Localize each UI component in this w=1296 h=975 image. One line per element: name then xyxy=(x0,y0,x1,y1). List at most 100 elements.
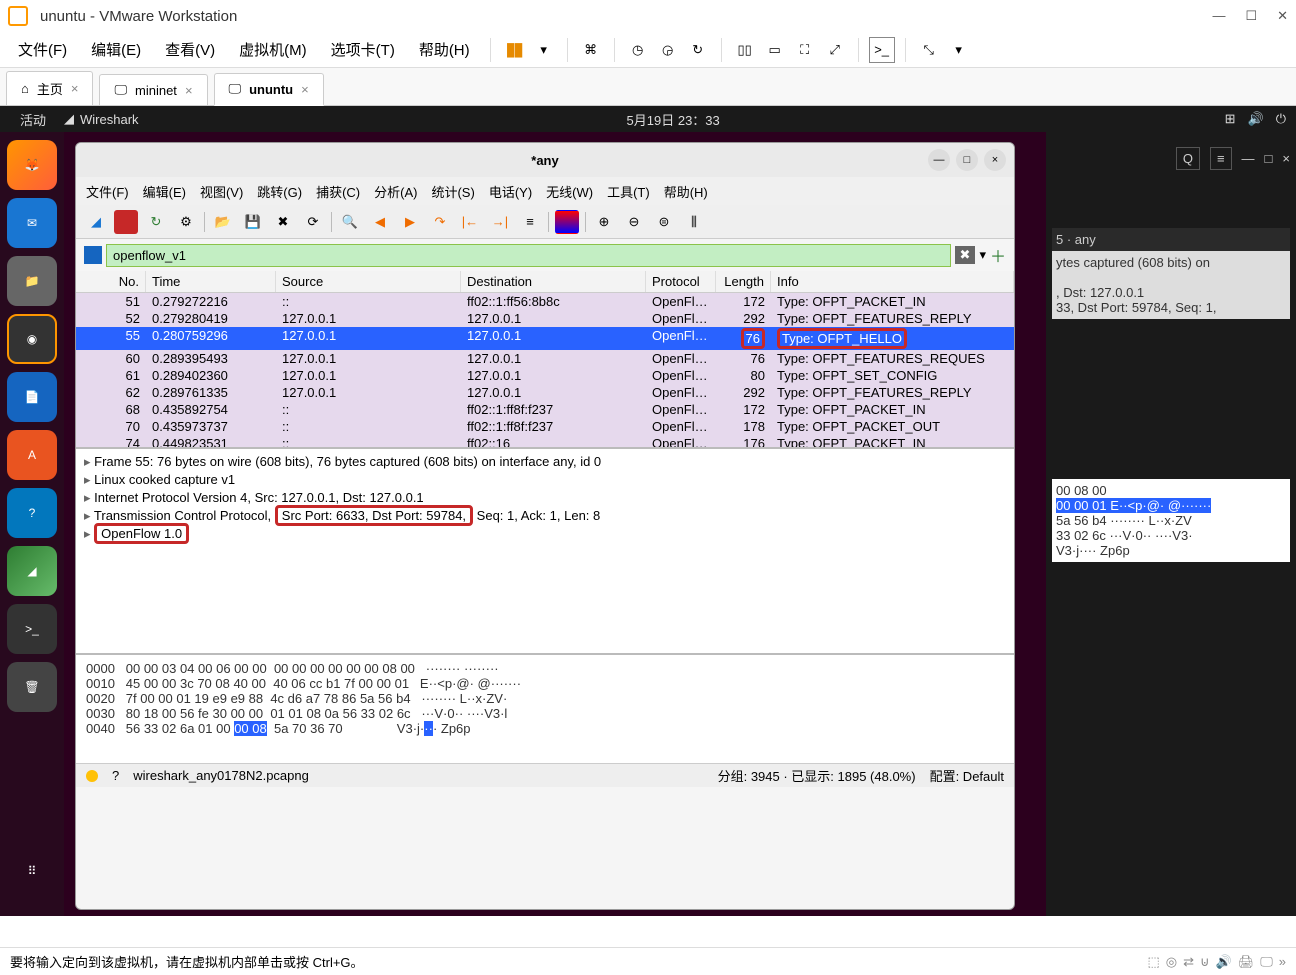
autoscroll-icon[interactable]: ≡ xyxy=(518,210,542,234)
revert-icon[interactable]: ↻ xyxy=(685,37,711,63)
ws-menu-view[interactable]: 视图(V) xyxy=(200,182,243,201)
send-ctrlaltdel-icon[interactable]: ⌘ xyxy=(578,37,604,63)
hex-row[interactable]: 0000 00 00 03 04 00 06 00 00 00 00 00 00… xyxy=(86,661,1004,676)
restart-capture-icon[interactable]: ↻ xyxy=(144,210,168,234)
snapshot-icon[interactable]: ◷ xyxy=(625,37,651,63)
col-header-dest[interactable]: Destination xyxy=(461,271,646,292)
go-forward-icon[interactable]: ▶ xyxy=(398,210,422,234)
ws-menu-wireless[interactable]: 无线(W) xyxy=(546,182,593,201)
minimize-button[interactable]: — xyxy=(928,149,950,171)
usb-icon[interactable]: ⊍ xyxy=(1200,954,1210,970)
ws-menu-help[interactable]: 帮助(H) xyxy=(664,182,708,201)
ws-menu-file[interactable]: 文件(F) xyxy=(86,182,129,201)
col-header-time[interactable]: Time xyxy=(146,271,276,292)
hex-row[interactable]: 0020 7f 00 00 01 19 e9 e9 88 4c d6 a7 78… xyxy=(86,691,1004,706)
dropdown-icon[interactable]: ▾ xyxy=(531,37,557,63)
zoom-out-icon[interactable]: ⊖ xyxy=(622,210,646,234)
col-header-info[interactable]: Info xyxy=(771,271,1014,292)
cd-icon[interactable]: ◎ xyxy=(1166,954,1177,970)
maximize-icon[interactable]: □ xyxy=(1265,151,1273,166)
packet-details[interactable]: Frame 55: 76 bytes on wire (608 bits), 7… xyxy=(76,447,1014,653)
ws-menu-go[interactable]: 跳转(G) xyxy=(257,182,302,201)
more-icon[interactable]: » xyxy=(1279,954,1286,970)
packet-row[interactable]: 700.435973737::ff02::1:ff8f:f237OpenFl…1… xyxy=(76,418,1014,435)
power-icon[interactable]: ⏻ xyxy=(1276,111,1286,127)
col-header-source[interactable]: Source xyxy=(276,271,461,292)
rhythmbox-icon[interactable]: ◉ xyxy=(7,314,57,364)
activities-button[interactable]: 活动 xyxy=(10,110,56,129)
unity-icon[interactable]: ⛶ xyxy=(792,37,818,63)
pause-icon[interactable]: ▮▮ xyxy=(501,37,527,63)
snapshot-mgr-icon[interactable]: ◶ xyxy=(655,37,681,63)
search-icon[interactable]: Q xyxy=(1176,147,1200,170)
close-icon[interactable]: × xyxy=(71,81,79,96)
go-back-icon[interactable]: ◀ xyxy=(368,210,392,234)
clear-filter-icon[interactable]: ✖ xyxy=(955,246,976,264)
col-header-len[interactable]: Length xyxy=(716,271,771,292)
detail-openflow[interactable]: OpenFlow 1.0 xyxy=(84,525,1006,543)
detail-frame[interactable]: Frame 55: 76 bytes on wire (608 bits), 7… xyxy=(84,453,1006,471)
ws-menu-stats[interactable]: 统计(S) xyxy=(431,182,474,201)
packet-row[interactable]: 610.289402360127.0.0.1127.0.0.1OpenFl…80… xyxy=(76,367,1014,384)
net-icon[interactable]: ⇄ xyxy=(1183,954,1194,970)
col-header-proto[interactable]: Protocol xyxy=(646,271,716,292)
zoom-reset-icon[interactable]: ⊜ xyxy=(652,210,676,234)
resize-cols-icon[interactable]: ⫼ xyxy=(682,210,706,234)
reload-icon[interactable]: ⟳ xyxy=(301,210,325,234)
packet-row[interactable]: 740.449823531::ff02::16OpenFl…176Type: O… xyxy=(76,435,1014,447)
packet-row[interactable]: 520.279280419127.0.0.1127.0.0.1OpenFl…29… xyxy=(76,310,1014,327)
split-left-icon[interactable]: ▯▯ xyxy=(732,37,758,63)
col-header-no[interactable]: No. xyxy=(76,271,146,292)
dropdown2-icon[interactable]: ▾ xyxy=(946,37,972,63)
stretch-icon[interactable]: ⤡ xyxy=(916,37,942,63)
app-grid-icon[interactable]: ⠿ xyxy=(7,846,57,896)
close-icon[interactable]: × xyxy=(185,83,193,98)
display-filter-input[interactable] xyxy=(106,244,951,267)
detail-tcp[interactable]: Transmission Control Protocol, Src Port:… xyxy=(84,507,1006,525)
minimize-button[interactable]: — xyxy=(1212,8,1225,24)
detail-ip[interactable]: Internet Protocol Version 4, Src: 127.0.… xyxy=(84,489,1006,507)
app-indicator[interactable]: ◢ Wireshark xyxy=(56,111,147,127)
wireshark-dock-icon[interactable]: ◢ xyxy=(7,546,57,596)
libreoffice-icon[interactable]: 📄 xyxy=(7,372,57,422)
packet-hex[interactable]: 0000 00 00 03 04 00 06 00 00 00 00 00 00… xyxy=(76,653,1014,763)
tab-home[interactable]: ⌂ 主页 × xyxy=(6,71,93,105)
detail-linux-cooked[interactable]: Linux cooked capture v1 xyxy=(84,471,1006,489)
console-icon[interactable]: >_ xyxy=(869,37,895,63)
menu-tabs[interactable]: 选项卡(T) xyxy=(321,35,405,64)
printer-icon[interactable]: 🖨 xyxy=(1238,954,1255,970)
trash-icon[interactable]: 🗑 xyxy=(7,662,57,712)
colorize-icon[interactable] xyxy=(555,210,579,234)
minimize-icon[interactable]: — xyxy=(1242,151,1255,166)
network-icon[interactable]: ⊞ xyxy=(1225,111,1236,127)
close-button[interactable]: ✕ xyxy=(1277,8,1288,24)
go-to-icon[interactable]: ↷ xyxy=(428,210,452,234)
firefox-icon[interactable]: 🦊 xyxy=(7,140,57,190)
close-icon[interactable]: × xyxy=(301,82,309,97)
hex-row[interactable]: 0010 45 00 00 3c 70 08 40 00 40 06 cc b1… xyxy=(86,676,1004,691)
hex-row[interactable]: 0030 80 18 00 56 fe 30 00 00 01 01 08 0a… xyxy=(86,706,1004,721)
clock[interactable]: 5月19日 23：33 xyxy=(627,110,720,129)
open-icon[interactable]: 📂 xyxy=(211,210,235,234)
go-first-icon[interactable]: |← xyxy=(458,210,482,234)
packet-row[interactable]: 550.280759296127.0.0.1127.0.0.1OpenFl…76… xyxy=(76,327,1014,350)
save-icon[interactable]: 💾 xyxy=(241,210,265,234)
help-icon[interactable]: ? xyxy=(7,488,57,538)
menu-vm[interactable]: 虚拟机(M) xyxy=(229,35,317,64)
add-filter-icon[interactable]: ＋ xyxy=(990,243,1006,267)
display-icon[interactable]: 🖵 xyxy=(1260,954,1273,970)
menu-view[interactable]: 查看(V) xyxy=(155,35,225,64)
split-right-icon[interactable]: ▭ xyxy=(762,37,788,63)
start-capture-icon[interactable]: ◢ xyxy=(84,210,108,234)
go-last-icon[interactable]: →| xyxy=(488,210,512,234)
packet-list[interactable]: No. Time Source Destination Protocol Len… xyxy=(76,271,1014,447)
expert-info-icon[interactable] xyxy=(86,770,98,782)
ws-menu-tools[interactable]: 工具(T) xyxy=(607,182,650,201)
maximize-button[interactable]: □ xyxy=(956,149,978,171)
ws-menu-telephony[interactable]: 电话(Y) xyxy=(489,182,532,201)
packet-row[interactable]: 510.279272216::ff02::1:ff56:8b8cOpenFl…1… xyxy=(76,293,1014,310)
packet-row[interactable]: 620.289761335127.0.0.1127.0.0.1OpenFl…29… xyxy=(76,384,1014,401)
menu-help[interactable]: 帮助(H) xyxy=(409,35,480,64)
menu-edit[interactable]: 编辑(E) xyxy=(81,35,151,64)
vm-display[interactable]: 活动 ◢ Wireshark 5月19日 23：33 ⊞ 🔊 ⏻ 🦊 ✉ 📁 ◉… xyxy=(0,106,1296,916)
